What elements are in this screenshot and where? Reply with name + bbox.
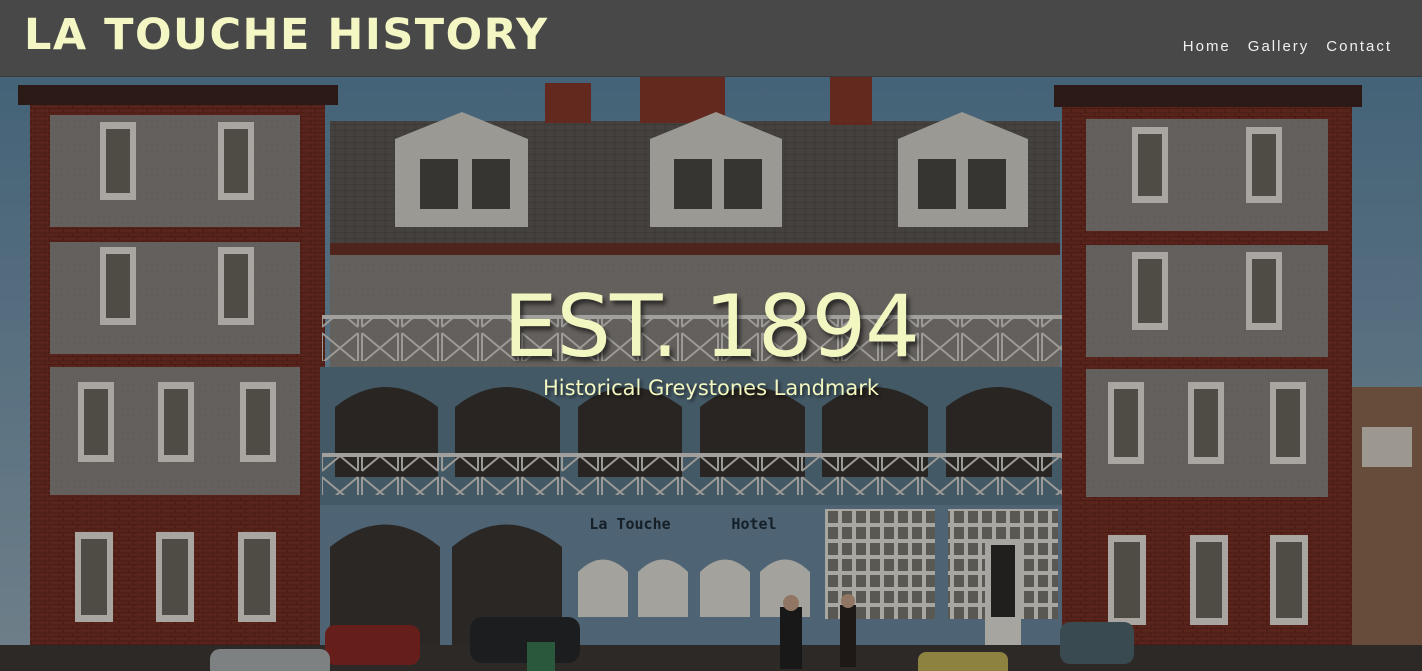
nav-home-link[interactable]: Home — [1183, 38, 1231, 55]
hero-heading: EST. 1894 — [503, 277, 920, 377]
hero-banner: La Touche Hotel EST. 1894 Historical Gre… — [0, 77, 1422, 671]
hero-subheading: Historical Greystones Landmark — [542, 376, 880, 400]
nav-gallery-link[interactable]: Gallery — [1248, 38, 1310, 55]
main-nav: Home Gallery Contact — [1183, 38, 1392, 55]
nav-contact-link[interactable]: Contact — [1326, 38, 1392, 55]
site-header: LA TOUCHE HISTORY Home Gallery Contact — [0, 0, 1422, 77]
site-title[interactable]: LA TOUCHE HISTORY — [24, 10, 549, 60]
